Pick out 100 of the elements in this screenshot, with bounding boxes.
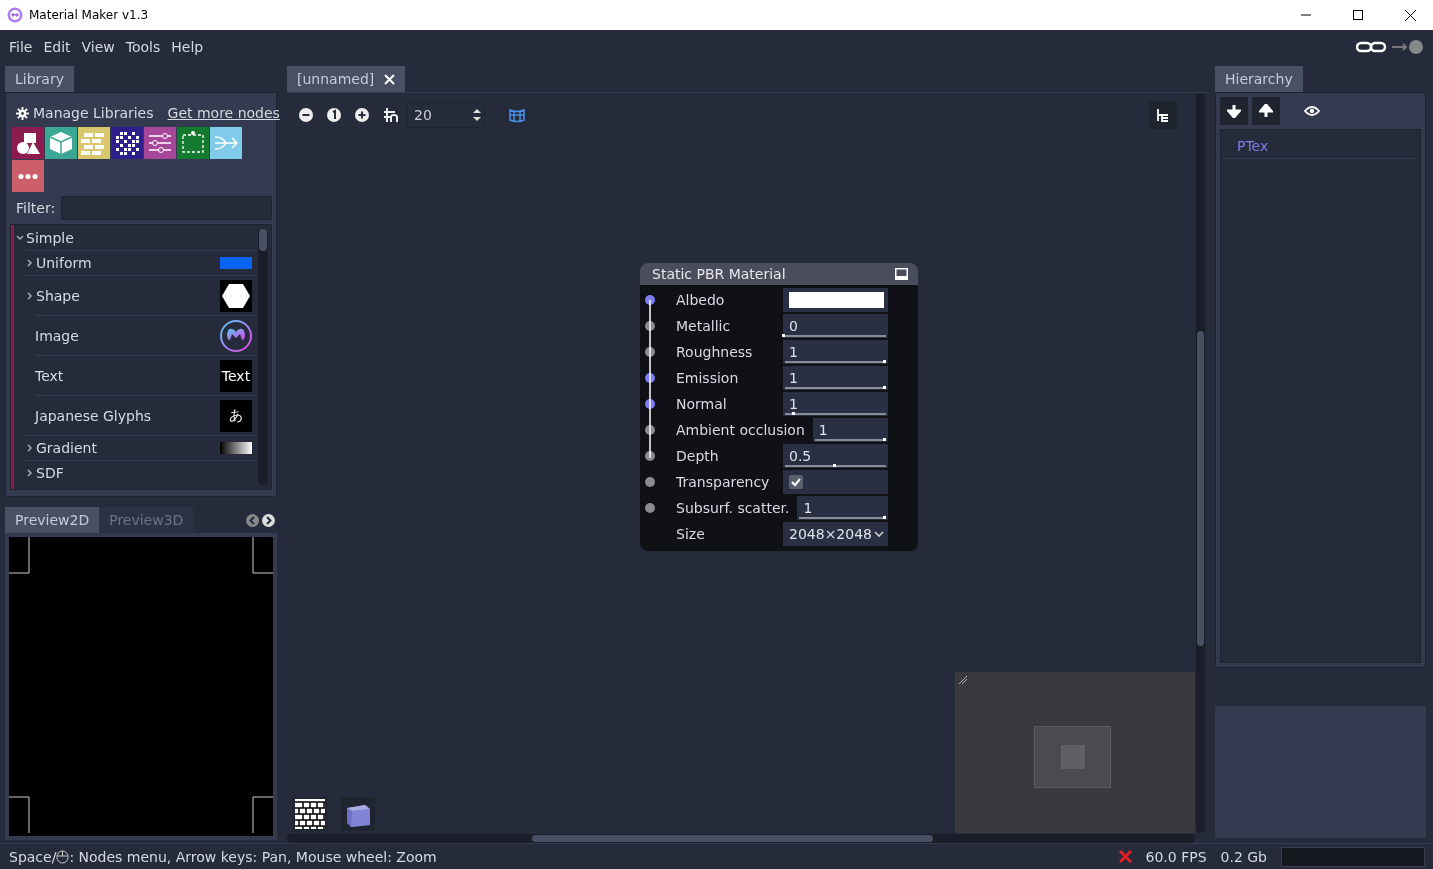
zoom-in-icon[interactable] xyxy=(355,108,369,122)
chevron-down-icon xyxy=(874,530,884,538)
brick-pattern-button[interactable] xyxy=(293,797,327,831)
menu-item[interactable]: View xyxy=(81,39,115,55)
param-label: Ambient occlusion xyxy=(676,422,806,438)
param-label: Depth xyxy=(676,448,720,464)
close-icon[interactable] xyxy=(384,73,396,85)
value-slider[interactable]: 0 xyxy=(783,314,888,338)
menu-item[interactable]: Tools xyxy=(125,39,161,55)
value-slider[interactable]: 1 xyxy=(783,392,888,416)
value-slider[interactable]: 1 xyxy=(812,418,888,442)
layout-tree-button[interactable] xyxy=(1149,101,1177,129)
tree-item[interactable]: SDF xyxy=(26,460,255,485)
param-label: Emission xyxy=(676,370,740,386)
window-title: Material Maker v1.3 xyxy=(29,8,150,22)
gradient-swatch xyxy=(220,442,252,454)
checkbox[interactable] xyxy=(789,475,803,489)
grid-size-spinbox[interactable]: 20 xyxy=(407,102,485,128)
zoom-out-icon[interactable] xyxy=(299,108,313,122)
tree-layout-icon xyxy=(1156,108,1170,122)
eye-icon[interactable] xyxy=(1304,105,1320,117)
reset-zoom-icon[interactable] xyxy=(327,108,341,122)
param-label: Roughness xyxy=(676,344,754,360)
scrollbar[interactable] xyxy=(258,229,268,485)
gear-icon xyxy=(16,106,29,120)
next-icon[interactable] xyxy=(262,514,275,527)
filter-label: Filter: xyxy=(16,200,56,216)
link-to-globe-icon[interactable] xyxy=(1356,39,1424,55)
arrow-down-icon xyxy=(1227,104,1241,118)
library-tab[interactable]: Library xyxy=(5,66,74,92)
value-slider[interactable]: 0.5 xyxy=(783,444,888,468)
value-slider[interactable]: 1 xyxy=(783,366,888,390)
grid-view-icon[interactable] xyxy=(509,107,525,123)
chevron-right-icon[interactable] xyxy=(26,469,34,477)
menu-item[interactable]: Edit xyxy=(43,39,71,55)
scrollbar[interactable] xyxy=(287,834,1195,843)
input-port[interactable] xyxy=(645,373,655,383)
tree-item[interactable]: Uniform xyxy=(26,250,255,275)
move-down-button[interactable] xyxy=(1220,97,1248,125)
tree-item[interactable]: Japanese Glyphs あ xyxy=(35,395,255,435)
text-thumbnail: あ xyxy=(220,399,252,432)
param-label: Transparency xyxy=(676,474,771,490)
status-hint-prefix: Space/ xyxy=(9,848,57,865)
menu-item[interactable]: Help xyxy=(171,39,204,55)
manage-libraries-button[interactable]: Manage Libraries xyxy=(16,105,154,121)
close-icon xyxy=(1404,9,1416,21)
color-field[interactable] xyxy=(783,288,888,312)
brick-wall-icon xyxy=(295,799,325,829)
cube-button[interactable] xyxy=(341,797,375,831)
value-slider[interactable]: 1 xyxy=(797,496,888,520)
chevron-right-icon[interactable] xyxy=(26,259,34,267)
maximize-icon xyxy=(1353,10,1363,20)
more-dots-icon xyxy=(18,173,38,179)
preview-tab[interactable]: Preview2D xyxy=(5,507,100,533)
param-label: Subsurf. scatter. xyxy=(676,500,791,516)
param-label: Albedo xyxy=(676,292,726,308)
mouse-icon xyxy=(56,849,70,864)
tree-item[interactable]: Shape xyxy=(26,275,255,315)
chevron-right-icon[interactable] xyxy=(26,444,34,452)
previous-icon[interactable] xyxy=(246,514,259,527)
value-slider[interactable]: 1 xyxy=(783,340,888,364)
category-button[interactable] xyxy=(12,127,44,159)
param-label: Metallic xyxy=(676,318,732,334)
input-port[interactable] xyxy=(645,425,655,435)
param-label: Size xyxy=(676,526,706,542)
text-thumbnail: Text xyxy=(220,359,252,392)
tree-group-row[interactable]: Simple xyxy=(14,225,255,250)
input-port[interactable] xyxy=(645,399,655,409)
move-up-button[interactable] xyxy=(1252,97,1280,125)
spinner-arrows-icon xyxy=(472,107,482,123)
input-port[interactable] xyxy=(645,477,655,487)
size-dropdown[interactable]: 2048×2048 xyxy=(783,522,888,546)
logo-thumbnail xyxy=(220,319,252,352)
tree-item[interactable]: Gradient xyxy=(26,435,255,460)
chevron-down-icon[interactable] xyxy=(16,233,24,242)
tree-item[interactable]: Image xyxy=(35,315,255,355)
hierarchy-tab[interactable]: Hierarchy xyxy=(1215,66,1303,92)
input-port[interactable] xyxy=(645,451,655,461)
hierarchy-item[interactable]: PTex xyxy=(1223,134,1418,159)
tree-item[interactable]: Text Text xyxy=(35,355,255,395)
category-button[interactable] xyxy=(111,127,143,159)
chevron-right-icon[interactable] xyxy=(26,291,34,300)
input-port[interactable] xyxy=(645,503,655,513)
checkmark-icon xyxy=(791,477,801,487)
resize-handle-icon[interactable] xyxy=(958,675,968,685)
get-more-nodes-link[interactable]: Get more nodes xyxy=(167,105,280,121)
menu-item[interactable]: File xyxy=(9,39,33,55)
input-port[interactable] xyxy=(645,321,655,331)
fps-readout: 60.0 FPS xyxy=(1145,848,1207,865)
minimize-node-icon[interactable] xyxy=(895,268,908,280)
error-icon[interactable] xyxy=(1118,850,1132,863)
input-port[interactable] xyxy=(645,347,655,357)
graph-tab[interactable]: [unnamed] xyxy=(287,66,406,92)
noise-icon xyxy=(114,130,140,156)
input-port[interactable] xyxy=(645,295,655,305)
snap-grid-icon[interactable] xyxy=(383,107,399,123)
filter-field[interactable] xyxy=(61,196,272,220)
cube-icon xyxy=(48,130,74,156)
scrollbar[interactable] xyxy=(1196,93,1205,833)
memory-readout: 0.2 Gb xyxy=(1220,848,1267,865)
